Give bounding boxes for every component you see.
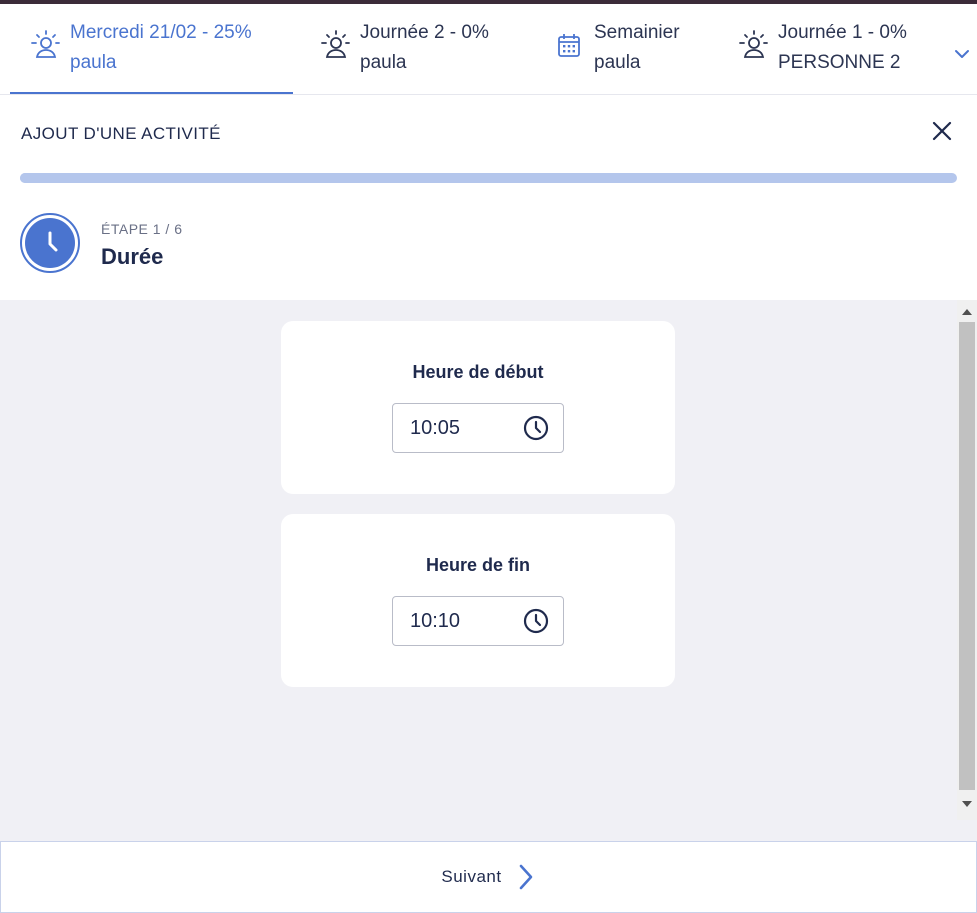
- start-time-label: Heure de début: [412, 362, 544, 382]
- start-time-card: Heure de début 10:05: [281, 321, 675, 494]
- progress-fill: [20, 173, 177, 183]
- next-button[interactable]: Suivant: [0, 841, 977, 913]
- day-tabs: Mercredi 21/02 - 25% paula Journée 2 - 0…: [0, 4, 977, 95]
- form-area: Heure de début 10:05 Heure de fin 10:10: [0, 300, 977, 841]
- calendar-icon: [552, 28, 586, 62]
- progress-bar: [20, 173, 957, 183]
- tab-title: Journée 1 - 0%: [778, 22, 907, 43]
- chevron-down-icon[interactable]: [950, 42, 974, 66]
- page-title: AJOUT D'UNE ACTIVITÉ: [21, 124, 221, 143]
- tab-subtitle: PERSONNE 2: [778, 52, 901, 73]
- tab-journee-1[interactable]: Journée 1 - 0% PERSONNE 2: [736, 4, 936, 94]
- step-counter: ÉTAPE 1 / 6: [101, 221, 183, 237]
- tab-subtitle: paula: [70, 52, 117, 73]
- start-time-value: 10:05: [410, 416, 461, 439]
- start-time-input[interactable]: 10:05: [392, 403, 564, 453]
- tab-subtitle: paula: [594, 52, 641, 73]
- tab-semainier[interactable]: Semainier paula: [552, 4, 722, 94]
- tab-journee-2[interactable]: Journée 2 - 0% paula: [318, 4, 528, 94]
- tab-mercredi[interactable]: Mercredi 21/02 - 25% paula: [10, 4, 293, 94]
- tab-title: Semainier: [594, 22, 680, 43]
- sun-person-icon: [318, 28, 352, 62]
- activity-header: AJOUT D'UNE ACTIVITÉ ÉTAPE 1 / 6 Durée: [0, 95, 977, 300]
- end-time-input[interactable]: 10:10: [392, 596, 564, 646]
- tab-title: Mercredi 21/02 - 25%: [70, 22, 252, 43]
- tab-subtitle: paula: [360, 52, 407, 73]
- clock-icon: [20, 213, 80, 273]
- close-icon[interactable]: [929, 118, 955, 144]
- sun-person-icon: [28, 28, 62, 62]
- end-time-value: 10:10: [410, 609, 461, 632]
- clock-icon[interactable]: [522, 414, 550, 442]
- next-button-label: Suivant: [441, 867, 502, 886]
- scrollbar-thumb[interactable]: [959, 322, 975, 790]
- scroll-down-arrow-icon[interactable]: [957, 798, 977, 810]
- scrollbar[interactable]: [957, 300, 977, 820]
- clock-icon[interactable]: [522, 607, 550, 635]
- chevron-right-icon: [516, 863, 536, 891]
- sun-person-icon: [736, 28, 770, 62]
- end-time-card: Heure de fin 10:10: [281, 514, 675, 687]
- tab-title: Journée 2 - 0%: [360, 22, 489, 43]
- scroll-up-arrow-icon[interactable]: [957, 306, 977, 318]
- step-title: Durée: [101, 244, 164, 269]
- end-time-label: Heure de fin: [425, 555, 531, 575]
